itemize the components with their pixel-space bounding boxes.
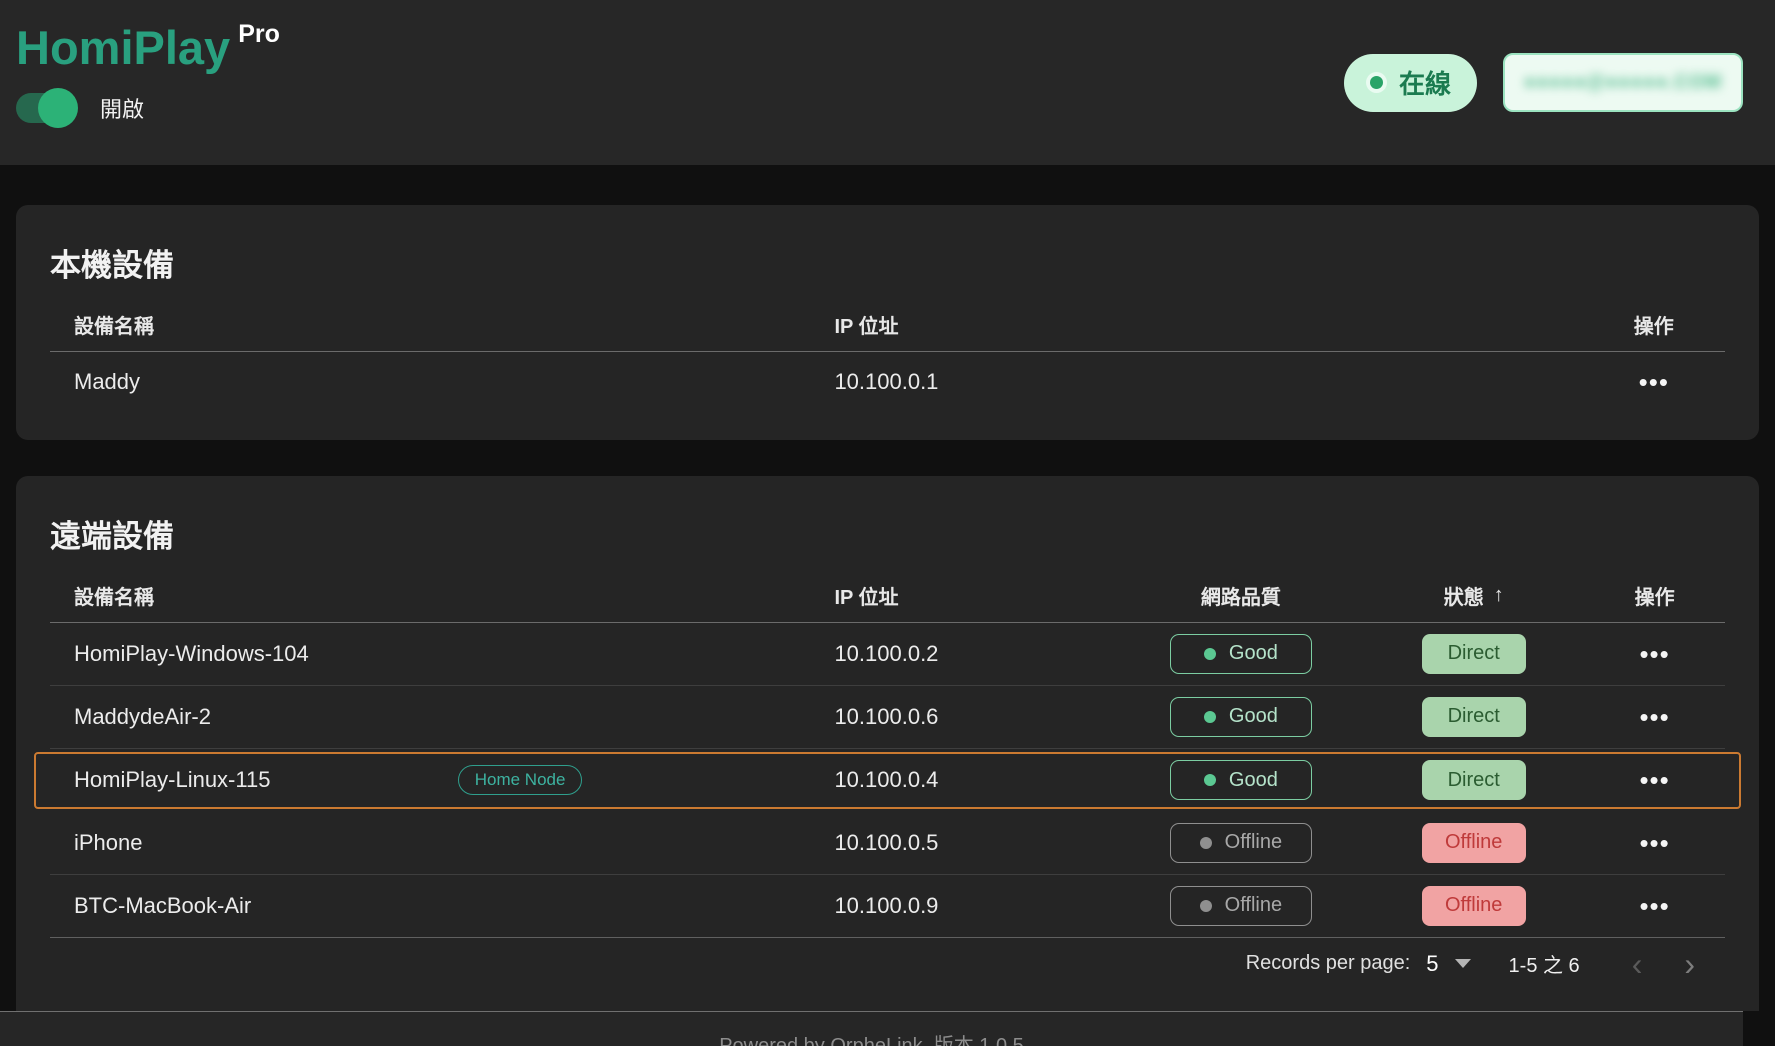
connection-status-badge: Direct xyxy=(1422,697,1526,737)
online-status-badge: 在線 xyxy=(1344,54,1477,112)
device-name: BTC-MacBook-Air xyxy=(50,893,810,919)
footer: Powered by OrpheLink 版本 1.0.5 xyxy=(0,1011,1743,1046)
sort-ascending-icon: ↑ xyxy=(1494,584,1504,607)
toggle-knob-icon xyxy=(38,88,78,128)
device-ip: 10.100.0.2 xyxy=(810,641,1118,667)
quality-dot-icon xyxy=(1204,648,1216,660)
network-quality-badge: Good xyxy=(1170,634,1312,674)
column-ip-address: IP 位址 xyxy=(810,310,1582,339)
main-content: 本機設備 設備名稱 IP 位址 操作 Maddy 10.100.0.1 ••• … xyxy=(0,205,1775,1011)
network-quality-badge: Good xyxy=(1170,760,1312,800)
table-row[interactable]: iPhone 10.100.0.5 Offline Offline ••• xyxy=(50,812,1725,875)
table-row[interactable]: MaddydeAir-2 10.100.0.6 Good Direct ••• xyxy=(50,686,1725,749)
topbar: HomiPlay Pro 開啟 在線 ●●●●●@●●●●●.COM xyxy=(0,0,1775,165)
quality-dot-icon xyxy=(1204,711,1216,723)
page-range-label: 1-5 之 6 xyxy=(1509,949,1580,978)
device-ip: 10.100.0.4 xyxy=(810,767,1118,793)
remote-table-header: 設備名稱 IP 位址 網路品質 狀態 ↑ 操作 xyxy=(50,577,1725,623)
network-quality-badge: Offline xyxy=(1170,823,1312,863)
account-button[interactable]: ●●●●●@●●●●●.COM xyxy=(1503,53,1743,112)
device-name: Maddy xyxy=(50,369,810,395)
device-name: HomiPlay-Linux-115 xyxy=(74,767,270,793)
account-email-obscured: ●●●●●@●●●●●.COM xyxy=(1524,72,1722,94)
device-name: HomiPlay-Windows-104 xyxy=(50,641,810,667)
column-actions: 操作 xyxy=(1584,581,1725,610)
column-status-label: 狀態 xyxy=(1444,581,1484,610)
chevron-down-icon xyxy=(1455,959,1471,968)
records-per-page-select[interactable]: 5 xyxy=(1426,951,1470,977)
footer-version-text: Powered by OrpheLink 版本 1.0.5 xyxy=(719,1029,1024,1046)
next-page-button[interactable]: › xyxy=(1684,948,1695,980)
device-ip: 10.100.0.6 xyxy=(810,704,1118,730)
table-row: Maddy 10.100.0.1 ••• xyxy=(50,352,1725,413)
pro-badge: Pro xyxy=(238,20,280,49)
table-row[interactable]: HomiPlay-Windows-104 10.100.0.2 Good Dir… xyxy=(50,623,1725,686)
online-dot-icon xyxy=(1370,76,1383,89)
column-device-name: 設備名稱 xyxy=(50,581,810,610)
local-devices-card: 本機設備 設備名稱 IP 位址 操作 Maddy 10.100.0.1 ••• xyxy=(16,205,1759,440)
device-name: MaddydeAir-2 xyxy=(50,704,810,730)
column-status-sortable[interactable]: 狀態 ↑ xyxy=(1363,581,1584,610)
quality-dot-icon xyxy=(1200,837,1212,849)
online-status-label: 在線 xyxy=(1399,64,1451,101)
row-actions-menu-button[interactable]: ••• xyxy=(1639,767,1669,793)
remote-devices-card: 遠端設備 設備名稱 IP 位址 網路品質 狀態 ↑ 操作 HomiPlay-Wi… xyxy=(16,476,1759,1011)
home-node-tag: Home Node xyxy=(458,765,583,795)
remote-devices-title: 遠端設備 xyxy=(50,476,1725,557)
table-row[interactable]: BTC-MacBook-Air 10.100.0.9 Offline Offli… xyxy=(50,875,1725,938)
app-logo: HomiPlay xyxy=(16,22,230,74)
column-network-quality: 網路品質 xyxy=(1119,581,1364,610)
table-row-selected[interactable]: HomiPlay-Linux-115 Home Node 10.100.0.4 … xyxy=(50,749,1725,812)
toggle-label: 開啟 xyxy=(100,92,144,124)
local-table-header: 設備名稱 IP 位址 操作 xyxy=(50,306,1725,352)
device-name: iPhone xyxy=(50,830,810,856)
row-actions-menu-button[interactable]: ••• xyxy=(1639,830,1669,856)
records-per-page-label: Records per page: xyxy=(1246,952,1411,975)
previous-page-button[interactable]: ‹ xyxy=(1632,948,1643,980)
column-ip-address: IP 位址 xyxy=(810,581,1118,610)
quality-dot-icon xyxy=(1204,774,1216,786)
column-device-name: 設備名稱 xyxy=(50,310,810,339)
device-ip: 10.100.0.9 xyxy=(810,893,1118,919)
row-actions-menu-button[interactable]: ••• xyxy=(1639,893,1669,919)
service-toggle[interactable] xyxy=(16,93,74,123)
column-actions: 操作 xyxy=(1583,310,1725,339)
pagination-bar: Records per page: 5 1-5 之 6 ‹ › xyxy=(50,938,1725,990)
device-ip: 10.100.0.1 xyxy=(810,369,1582,395)
connection-status-badge: Direct xyxy=(1422,760,1526,800)
network-quality-badge: Offline xyxy=(1170,886,1312,926)
connection-status-badge: Offline xyxy=(1422,823,1526,863)
local-devices-title: 本機設備 xyxy=(50,205,1725,286)
row-actions-menu-button[interactable]: ••• xyxy=(1639,641,1669,667)
records-per-page-value: 5 xyxy=(1426,951,1438,977)
device-ip: 10.100.0.5 xyxy=(810,830,1118,856)
quality-dot-icon xyxy=(1200,900,1212,912)
brand-block: HomiPlay Pro 開啟 xyxy=(16,22,280,128)
connection-status-badge: Offline xyxy=(1422,886,1526,926)
network-quality-badge: Good xyxy=(1170,697,1312,737)
row-actions-menu-button[interactable]: ••• xyxy=(1639,704,1669,730)
row-actions-menu-button[interactable]: ••• xyxy=(1639,369,1669,395)
connection-status-badge: Direct xyxy=(1422,634,1526,674)
